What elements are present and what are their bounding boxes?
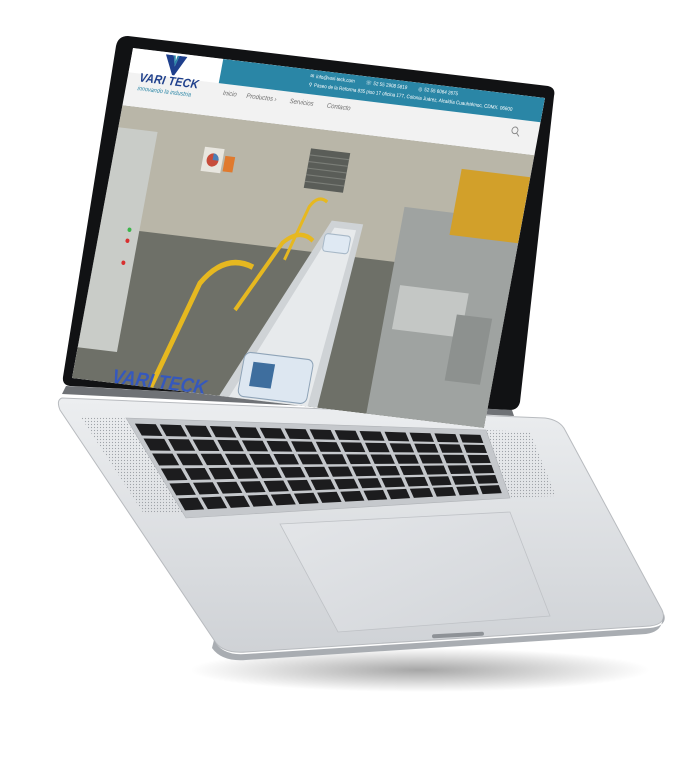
keyboard-key[interactable] — [428, 476, 452, 486]
main-nav: Inicio Productos › Servicios Contacto — [221, 90, 351, 112]
keyboard-key[interactable] — [475, 475, 499, 484]
keyboard-key[interactable] — [414, 443, 439, 453]
whatsapp-icon: ◎ — [417, 86, 423, 93]
hero-video[interactable]: VARI TECK — [72, 105, 535, 429]
keyboard-key[interactable] — [423, 465, 448, 475]
keyboard-key[interactable] — [399, 465, 424, 476]
phone-icon: ☏ — [365, 79, 373, 86]
logo-v-mark — [165, 54, 188, 76]
keyboard-key[interactable] — [438, 444, 463, 453]
nav-productos[interactable]: Productos › — [246, 93, 277, 103]
keyboard-key[interactable] — [389, 443, 415, 453]
nav-contacto[interactable]: Contacto — [326, 103, 351, 112]
keyboard-key[interactable] — [451, 475, 475, 485]
keyboard-key[interactable] — [418, 454, 443, 464]
keyboard-key[interactable] — [471, 465, 495, 474]
email-icon: ✉ — [309, 72, 315, 79]
keyboard-key[interactable] — [443, 454, 467, 464]
keyboard-key[interactable] — [456, 486, 479, 496]
keyboard-key[interactable] — [434, 433, 459, 443]
keyboard-key[interactable] — [394, 454, 419, 464]
keyboard-key[interactable] — [433, 487, 456, 497]
location-icon: ⚲ — [308, 81, 313, 88]
contact-phone-1[interactable]: 52 55 2908 5819 — [373, 81, 408, 91]
nav-servicios[interactable]: Servicios — [289, 99, 314, 108]
keyboard-key[interactable] — [459, 434, 484, 443]
keyboard-key[interactable] — [409, 488, 434, 498]
keyboard-key[interactable] — [479, 485, 502, 495]
brand-logo[interactable]: VARI TECK innovando la industria — [130, 51, 222, 105]
website-screen: ✉info@vari-teck.com ☏52 55 2908 5819 ◎52… — [72, 48, 545, 429]
keyboard-key[interactable] — [370, 454, 395, 464]
keyboard-key[interactable] — [447, 465, 471, 474]
search-icon[interactable] — [510, 125, 522, 137]
keyboard-key[interactable] — [404, 476, 429, 487]
contact-phone-2[interactable]: 52 55 6064 2675 — [424, 87, 459, 97]
keyboard-key[interactable] — [463, 444, 487, 453]
keyboard-key[interactable] — [384, 431, 410, 442]
laptop-mockup-scene: ✉info@vari-teck.com ☏52 55 2908 5819 ◎52… — [0, 0, 687, 766]
keyboard-key[interactable] — [467, 454, 491, 464]
keyboard-key[interactable] — [409, 432, 435, 442]
nav-inicio[interactable]: Inicio — [222, 90, 237, 98]
